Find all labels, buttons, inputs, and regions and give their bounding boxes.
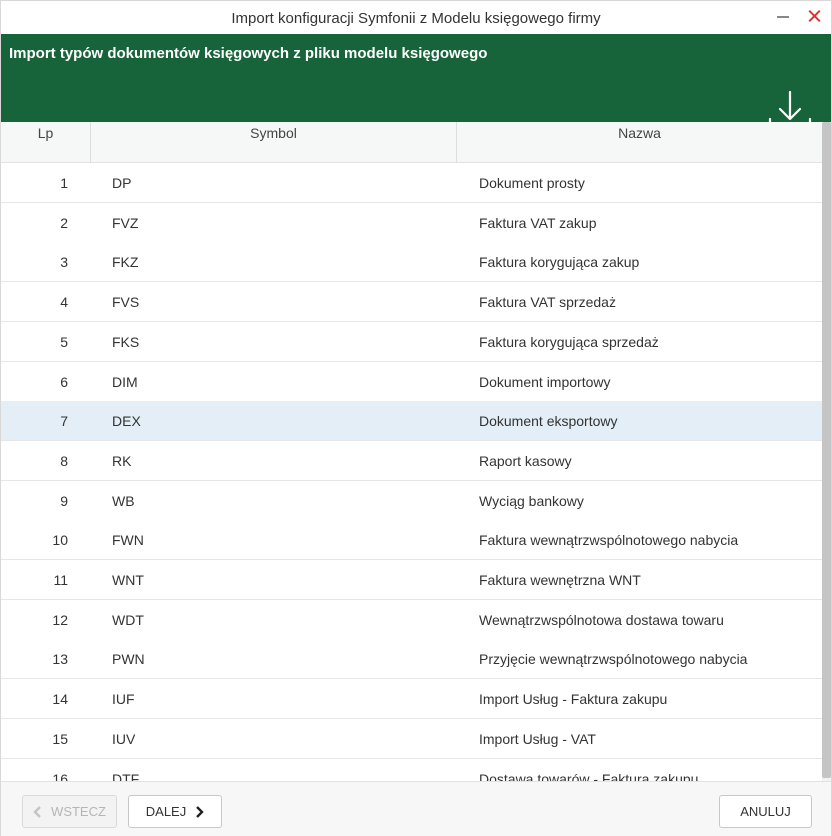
- next-button-label: DALEJ: [145, 804, 187, 819]
- column-header-symbol[interactable]: Symbol: [91, 122, 456, 162]
- cell-symbol: DEX: [112, 413, 141, 430]
- table-row[interactable]: 6 DIM Dokument importowy: [1, 361, 822, 402]
- cancel-button[interactable]: ANULUJ: [719, 795, 812, 828]
- cell-symbol: DTF: [112, 770, 140, 782]
- header-banner: Import typów dokumentów księgowych z pli…: [1, 34, 831, 131]
- cell-lp: 10: [52, 532, 68, 549]
- chevron-left-icon: [33, 805, 41, 818]
- window-title: Import konfiguracji Symfonii z Modelu ks…: [231, 10, 601, 27]
- cell-symbol: IUV: [112, 730, 136, 747]
- table-row[interactable]: 4 FVS Faktura VAT sprzedaż: [1, 282, 822, 323]
- table-row[interactable]: 8 RK Raport kasowy: [1, 440, 822, 481]
- table-row[interactable]: 16 DTF Dostawa towarów - Faktura zakupu: [1, 758, 822, 782]
- table-row[interactable]: 12 WDT Wewnątrzwspólnotowa dostawa towaru: [1, 599, 822, 640]
- cell-lp: 5: [60, 333, 68, 350]
- cell-name: Wewnątrzwspólnotowa dostawa towaru: [479, 611, 724, 628]
- cell-symbol: FVZ: [112, 214, 139, 231]
- cell-symbol: FKZ: [112, 254, 139, 271]
- grid-header: Lp Symbol Nazwa: [1, 122, 822, 163]
- table-row[interactable]: 5 FKS Faktura korygująca sprzedaż: [1, 321, 822, 362]
- next-button[interactable]: DALEJ: [128, 795, 222, 828]
- banner-heading: Import typów dokumentów księgowych z pli…: [9, 45, 488, 62]
- cell-name: Dokument prosty: [479, 175, 585, 191]
- cell-name: Dokument eksportowy: [479, 413, 618, 430]
- cell-lp: 15: [52, 730, 68, 747]
- cell-symbol: WDT: [112, 611, 144, 628]
- cell-name: Wyciąg bankowy: [479, 492, 584, 509]
- cell-lp: 7: [60, 413, 68, 430]
- cell-lp: 8: [60, 452, 68, 469]
- cell-lp: 2: [60, 214, 68, 231]
- footer-bar: WSTECZ DALEJ ANULUJ: [1, 781, 831, 836]
- cell-symbol: FVS: [112, 294, 140, 311]
- import-dialog: Import konfiguracji Symfonii z Modelu ks…: [0, 0, 832, 836]
- cell-lp: 14: [52, 691, 68, 708]
- cell-name: Faktura wewnętrzna WNT: [479, 572, 641, 588]
- back-button[interactable]: WSTECZ: [22, 795, 117, 828]
- cell-lp: 1: [60, 175, 68, 191]
- cell-lp: 6: [60, 373, 68, 390]
- chevron-right-icon: [196, 805, 204, 818]
- table-row[interactable]: 11 WNT Faktura wewnętrzna WNT: [1, 560, 822, 600]
- cell-symbol: WNT: [112, 572, 144, 588]
- cell-symbol: FKS: [112, 333, 140, 350]
- cell-name: Faktura korygująca sprzedaż: [479, 333, 659, 350]
- cell-name: Dokument importowy: [479, 373, 611, 390]
- cell-name: Import Usług - VAT: [479, 730, 596, 747]
- scrollbar-thumb[interactable]: [822, 122, 831, 778]
- cell-name: Dostawa towarów - Faktura zakupu: [479, 770, 699, 782]
- column-header-name[interactable]: Nazwa: [457, 122, 822, 162]
- table-row[interactable]: 9 WB Wyciąg bankowy: [1, 480, 822, 521]
- table-row[interactable]: 15 IUV Import Usług - VAT: [1, 718, 822, 759]
- cell-name: Faktura VAT sprzedaż: [479, 294, 616, 311]
- title-bar: Import konfiguracji Symfonii z Modelu ks…: [1, 1, 831, 34]
- cell-name: Faktura VAT zakup: [479, 214, 597, 231]
- cell-symbol: IUF: [112, 691, 135, 708]
- back-button-label: WSTECZ: [51, 804, 106, 819]
- close-button[interactable]: [804, 5, 826, 27]
- cell-lp: 11: [53, 572, 68, 588]
- cell-symbol: RK: [112, 452, 132, 469]
- cell-symbol: WB: [112, 492, 135, 509]
- cell-name: Faktura korygująca zakup: [479, 254, 640, 271]
- cell-symbol: DP: [112, 175, 132, 191]
- cell-lp: 13: [52, 651, 68, 668]
- cell-symbol: DIM: [112, 373, 138, 390]
- cell-symbol: FWN: [112, 532, 144, 549]
- table-row[interactable]: 14 IUF Import Usług - Faktura zakupu: [1, 679, 822, 720]
- vertical-scrollbar[interactable]: [822, 122, 831, 781]
- cell-symbol: PWN: [112, 651, 145, 668]
- cell-name: Raport kasowy: [479, 452, 572, 469]
- minimize-button[interactable]: [772, 5, 794, 27]
- cell-lp: 16: [52, 770, 68, 782]
- cell-name: Import Usług - Faktura zakupu: [479, 691, 668, 708]
- document-types-grid: Lp Symbol Nazwa 1 DP Dokument prosty 2 FVZ Fa…: [1, 122, 822, 781]
- cell-name: Faktura wewnątrzwspólnotowego nabycia: [479, 532, 739, 549]
- cancel-button-label: ANULUJ: [740, 804, 791, 819]
- table-row[interactable]: 1 DP Dokument prosty: [1, 163, 822, 203]
- cell-lp: 4: [60, 294, 68, 311]
- cell-name: Przyjęcie wewnątrzwspólnotowego nabycia: [479, 651, 748, 668]
- table-row[interactable]: 13 PWN Przyjęcie wewnątrzwspólnotowego nab…: [1, 639, 822, 680]
- table-row[interactable]: 3 FKZ Faktura korygująca zakup: [1, 242, 822, 283]
- column-header-lp[interactable]: Lp: [1, 122, 90, 162]
- cell-lp: 3: [60, 254, 68, 271]
- table-row[interactable]: 10 FWN Faktura wewnątrzwspólnotowego nabyc…: [1, 520, 822, 561]
- table-row[interactable]: 2 FVZ Faktura VAT zakup: [1, 202, 822, 243]
- cell-lp: 9: [60, 492, 68, 509]
- table-row[interactable]: 7 DEX Dokument eksportowy: [1, 401, 822, 442]
- cell-lp: 12: [52, 611, 68, 628]
